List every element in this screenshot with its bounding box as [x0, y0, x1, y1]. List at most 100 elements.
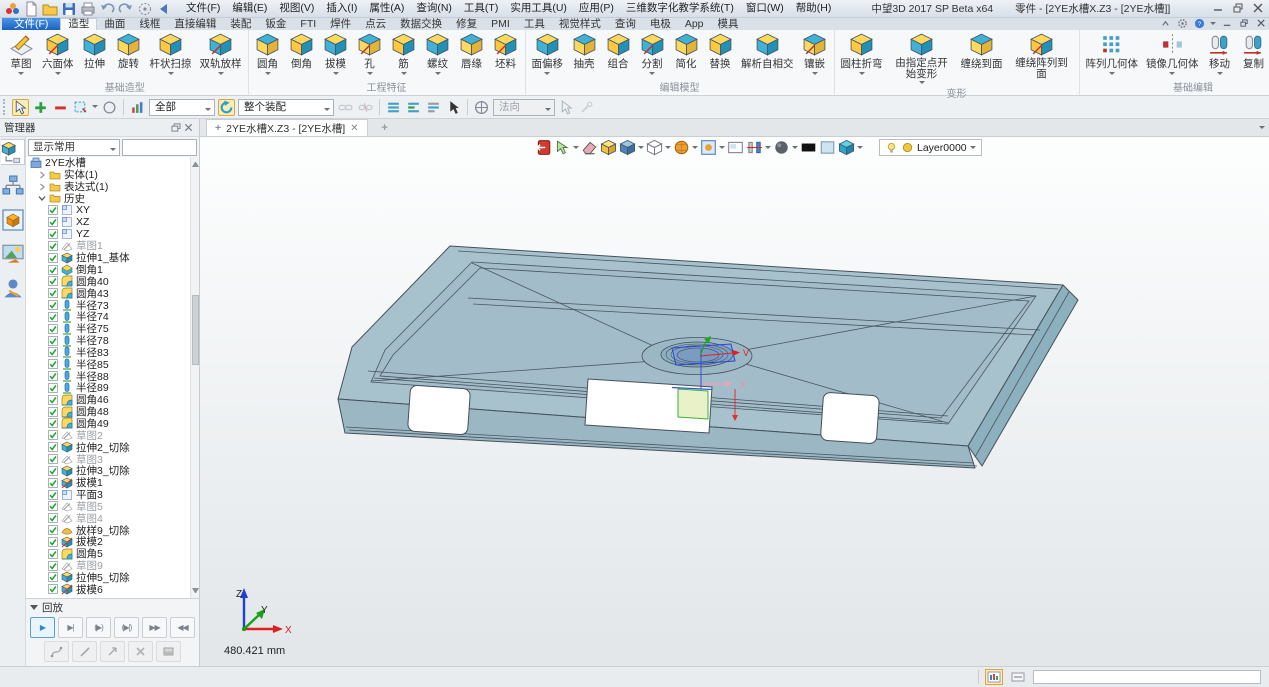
- document-tab[interactable]: + 2YE水槽X.Z3 - [2YE水槽] ✕: [206, 119, 368, 136]
- tree-item[interactable]: XZ: [26, 216, 190, 228]
- divide-button[interactable]: 分割: [635, 31, 669, 79]
- pattern-geometry-dropdown-icon[interactable]: [1109, 72, 1115, 78]
- tabstrip-options-icon[interactable]: [1259, 126, 1265, 132]
- tree-checkbox[interactable]: [48, 371, 58, 381]
- pick-disabled-icon[interactable]: [558, 99, 575, 116]
- section-view-icon[interactable]: [746, 140, 763, 156]
- face-offset-button[interactable]: 面偏移: [528, 31, 568, 79]
- orbit-view-icon[interactable]: [137, 1, 153, 16]
- thread-dropdown-icon[interactable]: [435, 72, 441, 78]
- tree-item[interactable]: 拔模2: [26, 536, 190, 548]
- state-button[interactable]: [156, 641, 181, 662]
- menu-item[interactable]: 三维数字化教学系统(T): [620, 0, 740, 17]
- stock-button[interactable]: 坯料: [489, 31, 523, 79]
- scroll-thumb[interactable]: [192, 295, 199, 365]
- blue-swatch-icon[interactable]: [819, 140, 836, 156]
- eraser-icon[interactable]: [581, 140, 598, 156]
- scope-select[interactable]: 整个装配: [238, 99, 334, 116]
- insert-curve-button[interactable]: [44, 641, 69, 662]
- doc-minimize-button[interactable]: [1221, 18, 1233, 29]
- ribbon-tab-App[interactable]: App: [678, 18, 711, 30]
- wireframe-icon-dropdown[interactable]: [665, 146, 671, 152]
- ribbon-tab-焊件[interactable]: 焊件: [323, 18, 358, 30]
- fast-forward-button[interactable]: ▶▶: [142, 617, 167, 638]
- tree-checkbox[interactable]: [48, 359, 58, 369]
- cylinder-bend-button[interactable]: 圆柱折弯: [837, 31, 887, 79]
- render-mode-icon[interactable]: [838, 140, 855, 156]
- viewport-layout-icon[interactable]: [727, 140, 744, 156]
- edit-button[interactable]: [72, 641, 97, 662]
- step-to-button[interactable]: (▶|): [114, 617, 139, 638]
- menu-item[interactable]: 窗口(W): [740, 0, 790, 17]
- appearance-icon[interactable]: [773, 140, 790, 156]
- ribbon-tab-FTI[interactable]: FTI: [293, 18, 323, 30]
- tree-item[interactable]: 草图5: [26, 500, 190, 512]
- collapse-left-icon[interactable]: [156, 1, 172, 16]
- doc-close-button[interactable]: [1255, 18, 1267, 29]
- pattern-filter-icon[interactable]: [72, 99, 89, 116]
- face-offset-dropdown-icon[interactable]: [544, 72, 550, 78]
- deform-from-point-button[interactable]: 由指定点开始变形: [887, 31, 957, 88]
- assembly-manager-tab-icon[interactable]: [1, 173, 25, 199]
- help-dropdown-icon[interactable]: [1210, 22, 1216, 28]
- revolve-button[interactable]: 旋转: [112, 31, 146, 79]
- facets-icon[interactable]: [673, 140, 690, 156]
- ribbon-tab-曲面[interactable]: 曲面: [97, 18, 132, 30]
- ribbon-tab-PMI[interactable]: PMI: [484, 18, 517, 30]
- box-dropdown-icon[interactable]: [55, 72, 61, 78]
- rod-sweep-button[interactable]: 杆状扫掠: [146, 31, 196, 79]
- tree-checkbox[interactable]: [48, 383, 58, 393]
- tree-checkbox[interactable]: [48, 324, 58, 334]
- panel-close-icon[interactable]: [182, 122, 195, 134]
- thread-button[interactable]: 螺纹: [421, 31, 455, 79]
- deform-from-point-dropdown-icon[interactable]: [919, 81, 925, 87]
- ribbon-tab-造型[interactable]: 造型: [60, 18, 97, 30]
- help-icon[interactable]: ?: [1193, 18, 1205, 29]
- combine-button[interactable]: 组合: [601, 31, 635, 79]
- ribbon-tab-工具[interactable]: 工具: [517, 18, 552, 30]
- unshaded-icon[interactable]: [600, 140, 617, 156]
- render-mode-icon-dropdown[interactable]: [857, 146, 863, 152]
- dual-rail-loft-button[interactable]: 双轨放样: [196, 31, 246, 79]
- pick-mode-icon-dropdown[interactable]: [573, 146, 579, 152]
- menu-item[interactable]: 视图(V): [273, 0, 320, 17]
- tree-checkbox[interactable]: [48, 537, 58, 547]
- rib-dropdown-icon[interactable]: [401, 72, 407, 78]
- rod-sweep-dropdown-icon[interactable]: [168, 72, 174, 78]
- menu-item[interactable]: 文件(F): [180, 0, 226, 17]
- new-file-icon[interactable]: [23, 1, 39, 16]
- move-dropdown-icon[interactable]: [1217, 72, 1223, 78]
- copy-button[interactable]: 复制: [1237, 31, 1269, 79]
- exit-icon[interactable]: [535, 140, 552, 156]
- compass-icon[interactable]: [473, 99, 490, 116]
- playback-collapse-icon[interactable]: [30, 605, 38, 614]
- tree-checkbox[interactable]: [48, 265, 58, 275]
- wrap-to-face-button[interactable]: 缠绕到面: [957, 31, 1007, 79]
- tree-item[interactable]: 拉伸2_切除: [26, 441, 190, 453]
- play-to-end-button[interactable]: ▶|: [58, 617, 83, 638]
- panel-float-icon[interactable]: [169, 122, 182, 134]
- tree-checkbox[interactable]: [48, 241, 58, 251]
- tree-item[interactable]: 平面3: [26, 489, 190, 501]
- tree-checkbox[interactable]: [48, 300, 58, 310]
- link-icon[interactable]: [337, 99, 354, 116]
- collapse-ribbon-icon[interactable]: [1159, 18, 1171, 29]
- status-window-icon[interactable]: [1009, 669, 1027, 685]
- tree-checkbox[interactable]: [48, 561, 58, 571]
- rewind-button[interactable]: ◀◀: [170, 617, 195, 638]
- menu-item[interactable]: 工具(T): [458, 0, 504, 17]
- remove-selection-icon[interactable]: [52, 99, 69, 116]
- wrap-pattern-to-face-button[interactable]: 缠绕阵列到面: [1007, 31, 1077, 88]
- regen-icon[interactable]: [218, 99, 235, 116]
- tree-checkbox[interactable]: [48, 525, 58, 535]
- simplify-button[interactable]: 简化: [669, 31, 703, 79]
- play-button[interactable]: ▶: [30, 617, 55, 638]
- tree-item[interactable]: 拔模1: [26, 477, 190, 489]
- probe-disabled-icon[interactable]: [578, 99, 595, 116]
- menu-item[interactable]: 帮助(H): [790, 0, 838, 17]
- mirror-geometry-dropdown-icon[interactable]: [1169, 72, 1175, 78]
- tree-checkbox[interactable]: [48, 407, 58, 417]
- open-file-icon[interactable]: [42, 1, 58, 16]
- cylinder-bend-dropdown-icon[interactable]: [859, 72, 865, 78]
- restore-button[interactable]: [1231, 2, 1245, 14]
